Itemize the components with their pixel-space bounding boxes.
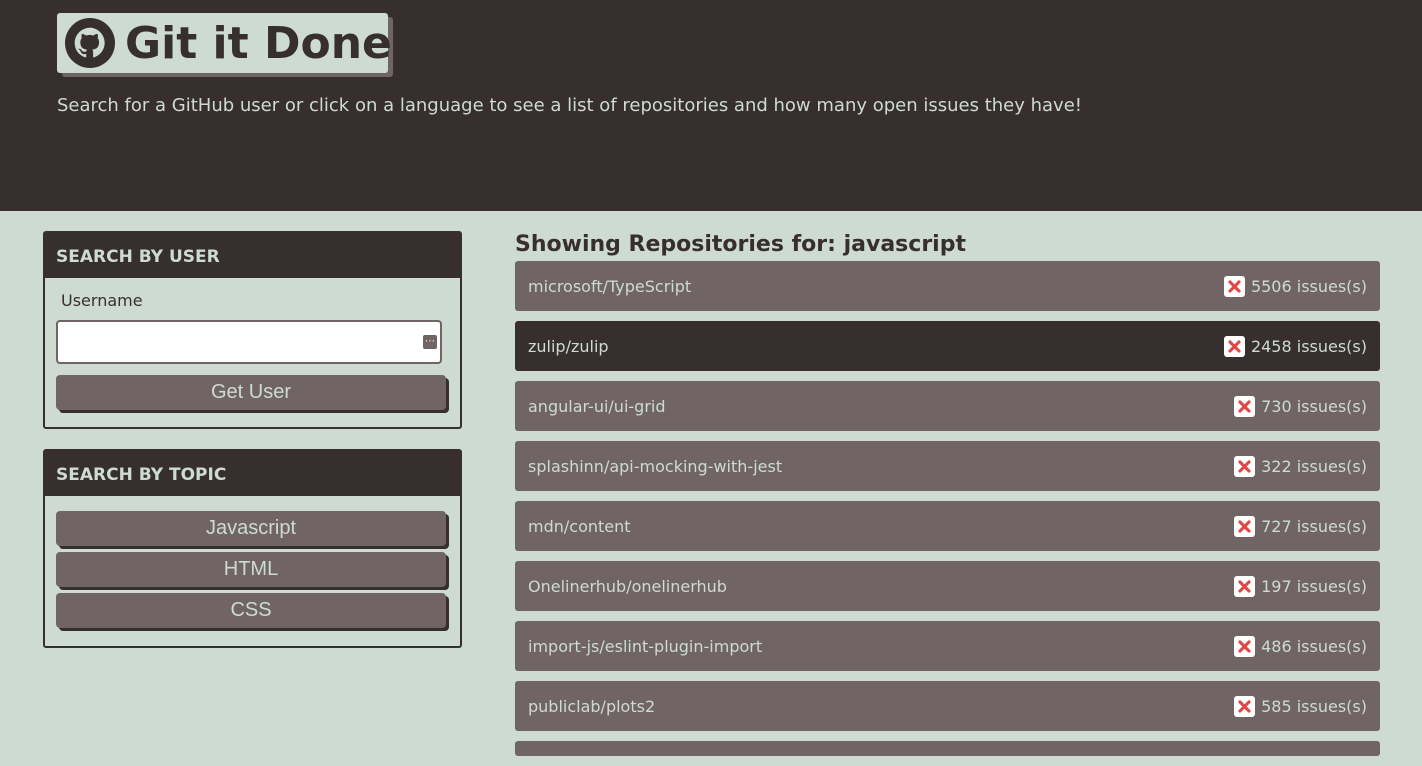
x-icon	[1234, 575, 1256, 597]
issue-count: 5506 issues(s)	[1223, 275, 1367, 297]
repo-item[interactable]: publiclab/plots2 585 issues(s)	[515, 681, 1380, 731]
issue-count: 486 issues(s)	[1234, 635, 1367, 657]
issue-count-text: 197 issues(s)	[1261, 576, 1367, 596]
repo-name: publiclab/plots2	[528, 696, 656, 716]
issue-count-text: 2458 issues(s)	[1250, 336, 1367, 356]
search-topic-card: SEARCH BY TOPIC Javascript HTML CSS	[43, 449, 462, 648]
issue-count: 197 issues(s)	[1234, 575, 1367, 597]
issue-count: 322 issues(s)	[1234, 455, 1367, 477]
repo-name: Onelinerhub/onelinerhub	[528, 576, 727, 596]
repo-name: microsoft/TypeScript	[528, 276, 692, 296]
issue-count-text: 486 issues(s)	[1261, 636, 1367, 656]
repo-item[interactable]: zulip/zulip 2458 issues(s)	[515, 321, 1380, 371]
repo-name: angular-ui/ui-grid	[528, 396, 666, 416]
x-icon	[1223, 275, 1245, 297]
repo-item[interactable]: mdn/content 727 issues(s)	[515, 501, 1380, 551]
issue-count-text: 5506 issues(s)	[1250, 276, 1367, 296]
repo-item[interactable]: import-js/eslint-plugin-import 486 issue…	[515, 621, 1380, 671]
topic-javascript-button[interactable]: Javascript	[56, 511, 446, 546]
repo-item[interactable]: splashinn/api-mocking-with-jest 322 issu…	[515, 441, 1380, 491]
app-title: Git it Done!	[125, 17, 412, 69]
autofill-icon[interactable]: ⋯	[423, 335, 437, 349]
get-user-button[interactable]: Get User	[56, 375, 446, 410]
username-label: Username	[61, 291, 143, 310]
repo-item[interactable]: Onelinerhub/onelinerhub 197 issues(s)	[515, 561, 1380, 611]
repo-name: zulip/zulip	[528, 336, 609, 356]
search-user-card: SEARCH BY USER Username ⋯ Get User	[43, 231, 462, 429]
issue-count: 727 issues(s)	[1234, 515, 1367, 537]
issue-count: 730 issues(s)	[1234, 395, 1367, 417]
repo-item[interactable]: angular-ui/ui-grid 730 issues(s)	[515, 381, 1380, 431]
github-icon	[65, 18, 115, 68]
issue-count-text: 322 issues(s)	[1261, 456, 1367, 476]
issue-count: 585 issues(s)	[1234, 695, 1367, 717]
username-input[interactable]	[56, 320, 442, 364]
x-icon	[1223, 335, 1245, 357]
x-icon	[1234, 395, 1256, 417]
repo-item[interactable]	[515, 741, 1380, 756]
topic-html-button[interactable]: HTML	[56, 552, 446, 587]
results-title: Showing Repositories for: javascript	[515, 232, 966, 257]
page-header: Git it Done! Search for a GitHub user or…	[0, 0, 1422, 211]
x-icon	[1234, 695, 1256, 717]
issue-count: 2458 issues(s)	[1223, 335, 1367, 357]
repo-name: mdn/content	[528, 516, 631, 536]
x-icon	[1234, 635, 1256, 657]
issue-count-text: 727 issues(s)	[1261, 516, 1367, 536]
repo-name: import-js/eslint-plugin-import	[528, 636, 763, 656]
repo-list: microsoft/TypeScript 5506 issues(s) zuli…	[515, 261, 1380, 766]
x-icon	[1234, 515, 1256, 537]
x-icon	[1234, 455, 1256, 477]
topic-css-button[interactable]: CSS	[56, 593, 446, 628]
page-subtitle: Search for a GitHub user or click on a l…	[57, 95, 1082, 116]
logo: Git it Done!	[57, 13, 412, 73]
repo-name: splashinn/api-mocking-with-jest	[528, 456, 783, 476]
search-user-heading: SEARCH BY USER	[45, 233, 460, 278]
repo-item[interactable]: microsoft/TypeScript 5506 issues(s)	[515, 261, 1380, 311]
issue-count-text: 585 issues(s)	[1261, 696, 1367, 716]
search-topic-heading: SEARCH BY TOPIC	[45, 451, 460, 496]
issue-count-text: 730 issues(s)	[1261, 396, 1367, 416]
